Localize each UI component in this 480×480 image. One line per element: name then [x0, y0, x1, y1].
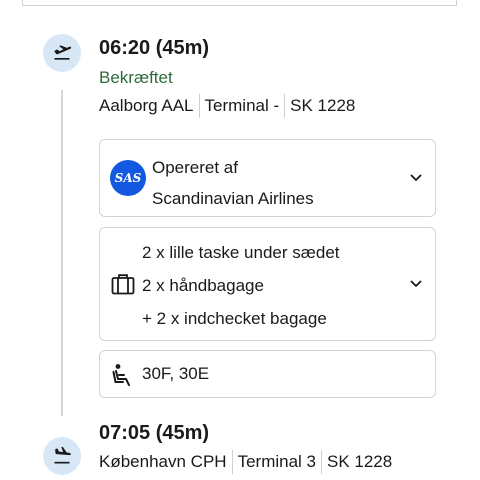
separator [231, 450, 233, 474]
chevron-down-icon[interactable] [409, 171, 423, 185]
departure-time: 06:20 (45m) [99, 37, 210, 59]
arrival-airport: København CPH [99, 452, 227, 471]
operating-airline-card[interactable]: SAS Opereret af Scandinavian Airlines [99, 139, 436, 217]
departure-route: Aalborg AAL Terminal - SK 1228 [99, 94, 355, 118]
airline-info: Opereret af Scandinavian Airlines [152, 152, 314, 214]
separator [198, 94, 200, 118]
landing-icon [43, 437, 81, 475]
departure-flight-number: SK 1228 [290, 96, 356, 115]
baggage-item: 2 x lille taske under sædet [142, 243, 340, 262]
baggage-item: + 2 x indchecket bagage [142, 309, 327, 328]
arrival-route: København CPH Terminal 3 SK 1228 [99, 450, 392, 474]
seat-numbers: 30F, 30E [142, 364, 210, 383]
separator [284, 94, 286, 118]
arrival-time: 07:05 (45m) [99, 422, 210, 444]
chevron-down-icon[interactable] [409, 277, 423, 291]
sas-logo: SAS [110, 160, 146, 196]
flight-status: Bekræftet [99, 68, 173, 87]
arrival-terminal: Terminal 3 [237, 452, 316, 471]
card-frame-right [456, 0, 457, 6]
takeoff-icon [43, 34, 81, 72]
timeline-line [61, 90, 63, 416]
operated-by-label: Opereret af [152, 158, 238, 177]
arrival-flight-number: SK 1228 [327, 452, 393, 471]
baggage-card[interactable]: 2 x lille taske under sædet 2 x håndbaga… [99, 227, 436, 341]
separator [321, 450, 322, 474]
luggage-icon [111, 274, 135, 295]
departure-terminal: Terminal - [204, 96, 280, 115]
top-divider [22, 5, 456, 6]
baggage-list: 2 x lille taske under sædet 2 x håndbaga… [142, 236, 340, 335]
seat-icon [112, 364, 130, 386]
departure-airport: Aalborg AAL [99, 96, 194, 115]
seats-card: 30F, 30E [99, 350, 436, 398]
baggage-item: 2 x håndbagage [142, 276, 264, 295]
airline-name: Scandinavian Airlines [152, 189, 314, 208]
